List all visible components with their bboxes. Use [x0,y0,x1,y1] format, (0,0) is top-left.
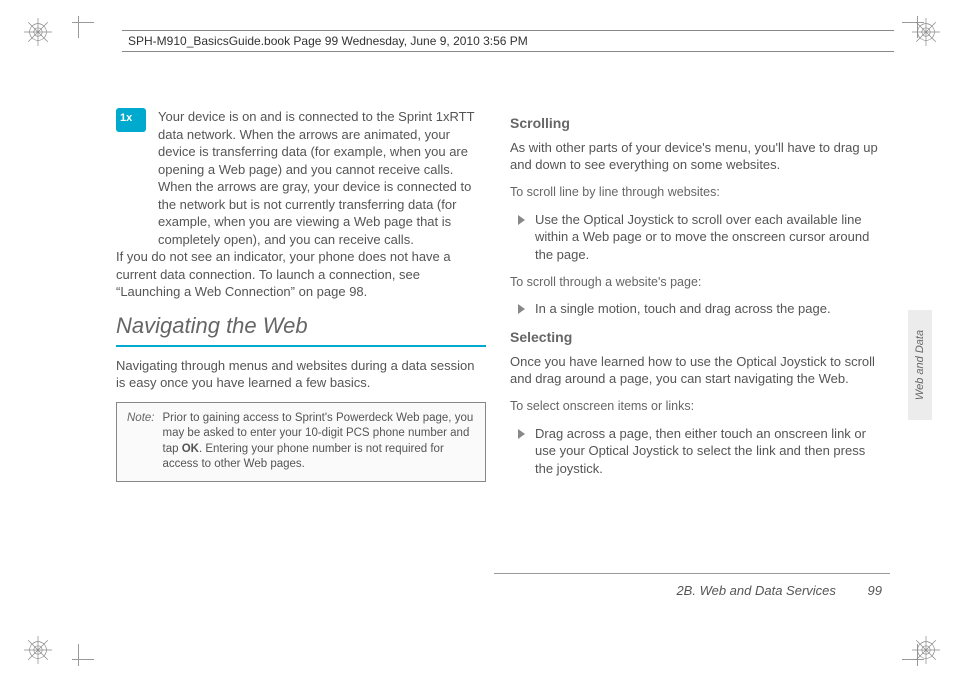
selecting-intro: Once you have learned how to use the Opt… [510,353,880,388]
bullet-item: In a single motion, touch and drag acros… [510,300,880,318]
onexrtt-icon [116,108,146,132]
left-column: Your device is on and is connected to th… [116,108,486,568]
registration-rosette-icon [912,18,940,46]
side-tab-label: Web and Data [914,330,926,400]
triangle-bullet-icon [518,429,525,439]
note-text: Prior to gaining access to Sprint's Powe… [163,411,476,473]
bullet-item: Drag across a page, then either touch an… [510,425,880,478]
note-text-part2: . Entering your phone number is not requ… [163,443,444,471]
status-icon-description: Your device is on and is connected to th… [116,108,486,248]
title-rule [116,345,486,347]
scrolling-intro: As with other parts of your device's men… [510,139,880,174]
right-column: Scrolling As with other parts of your de… [510,108,880,568]
no-indicator-paragraph: If you do not see an indicator, your pho… [116,248,486,301]
registration-rosette-icon [24,18,52,46]
bullet-text: Use the Optical Joystick to scroll over … [535,211,880,264]
footer-rule [494,573,890,574]
bullet-text: Drag across a page, then either touch an… [535,425,880,478]
note-label: Note: [127,411,155,473]
note-ok-bold: OK [182,443,199,455]
selecting-heading: Selecting [510,328,880,347]
bullet-item: Use the Optical Joystick to scroll over … [510,211,880,264]
section-title: Navigating the Web [116,311,486,341]
footer-page-number: 99 [868,583,882,598]
crop-mark-tl [64,8,94,38]
bullet-text: In a single motion, touch and drag acros… [535,300,831,318]
crop-mark-bl [64,644,94,674]
registration-rosette-icon [24,636,52,664]
registration-rosette-icon [912,636,940,664]
triangle-bullet-icon [518,304,525,314]
page-header-meta: SPH-M910_BasicsGuide.book Page 99 Wednes… [122,30,894,52]
scroll-line-instruction: To scroll line by line through websites: [510,184,880,201]
icon-description-text: Your device is on and is connected to th… [158,108,486,248]
note-box: Note: Prior to gaining access to Sprint'… [116,402,486,482]
triangle-bullet-icon [518,215,525,225]
page-footer: 2B. Web and Data Services 99 [676,583,882,598]
side-tab: Web and Data [908,310,932,420]
select-instruction: To select onscreen items or links: [510,398,880,415]
scrolling-heading: Scrolling [510,114,880,133]
section-intro: Navigating through menus and websites du… [116,357,486,392]
page-content: Your device is on and is connected to th… [116,108,886,568]
footer-section: 2B. Web and Data Services [676,583,835,598]
scroll-page-instruction: To scroll through a website's page: [510,274,880,291]
